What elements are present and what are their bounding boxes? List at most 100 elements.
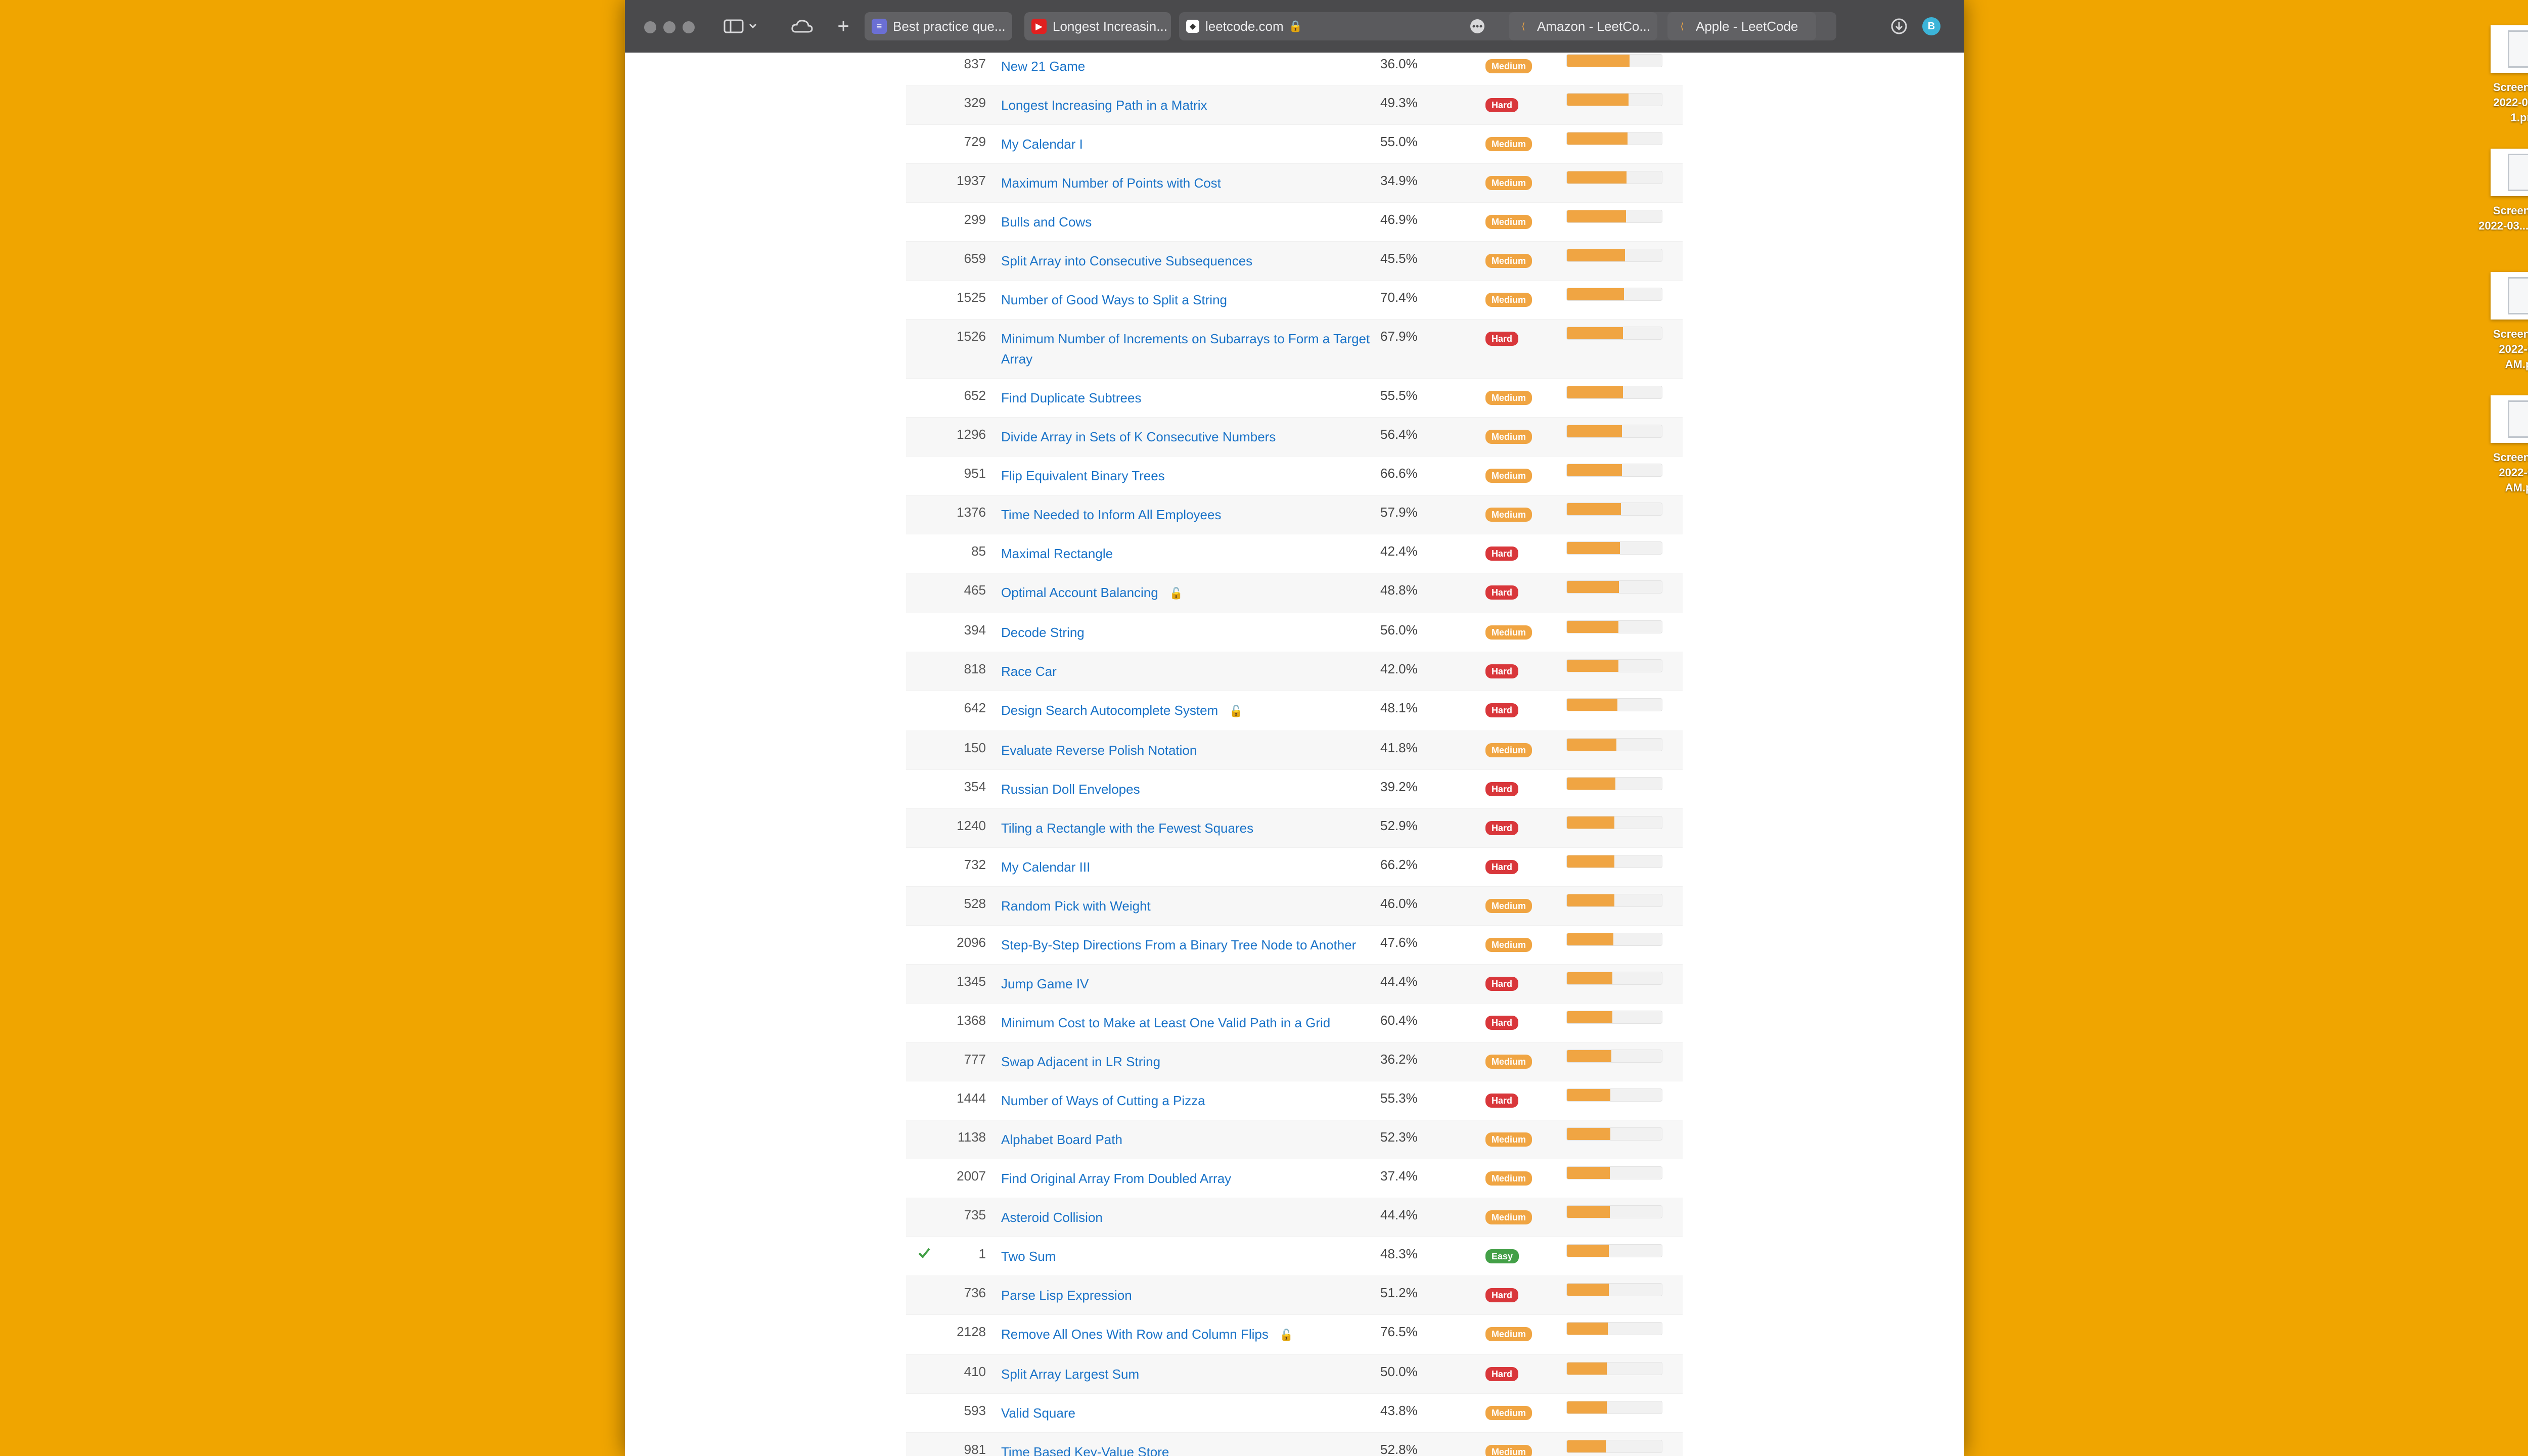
frequency-bar: [1566, 1088, 1662, 1102]
frequency-cell: [1566, 164, 1662, 184]
problem-title-link[interactable]: My Calendar III: [1001, 859, 1090, 875]
problem-title-link[interactable]: Evaluate Reverse Polish Notation: [1001, 743, 1197, 758]
problem-id: 2096: [957, 935, 986, 950]
close-window-button[interactable]: [644, 21, 656, 33]
problem-title-cell: Evaluate Reverse Polish Notation: [986, 731, 1380, 769]
problem-title-link[interactable]: Divide Array in Sets of K Consecutive Nu…: [1001, 429, 1276, 444]
problem-title-link[interactable]: Swap Adjacent in LR String: [1001, 1054, 1160, 1069]
problem-title-cell: Decode String: [986, 613, 1380, 652]
problem-title-link[interactable]: Alphabet Board Path: [1001, 1132, 1122, 1147]
status-cell: [906, 281, 942, 291]
frequency-bar: [1566, 1166, 1662, 1180]
frequency-cell: [1566, 1433, 1662, 1453]
frequency-cell: [1566, 1042, 1662, 1063]
new-tab-button[interactable]: +: [831, 14, 855, 38]
difficulty-badge: Hard: [1485, 977, 1519, 991]
frequency-cell: [1566, 86, 1662, 106]
tab-best-practice[interactable]: ≡ Best practice que...: [865, 12, 1012, 40]
table-row: 85 Maximal Rectangle 42.4% Hard: [906, 534, 1683, 573]
problem-title-link[interactable]: Maximal Rectangle: [1001, 546, 1113, 561]
table-row: 736 Parse Lisp Expression 51.2% Hard: [906, 1276, 1683, 1315]
status-cell: [906, 809, 942, 819]
frequency-bar: [1566, 541, 1662, 555]
problem-title-link[interactable]: Split Array into Consecutive Subsequence…: [1001, 253, 1252, 268]
acceptance-rate: 52.3%: [1380, 1129, 1418, 1145]
problem-title-link[interactable]: Remove All Ones With Row and Column Flip…: [1001, 1327, 1269, 1342]
problem-title-link[interactable]: Decode String: [1001, 625, 1085, 640]
desktop-file-icon[interactable]: Screen Shot2022-0....9 AM.png: [2477, 272, 2528, 372]
frequency-bar: [1566, 1205, 1662, 1219]
acceptance-rate: 48.1%: [1380, 700, 1418, 716]
difficulty-badge: Medium: [1485, 899, 1532, 914]
tab-longest-increasing[interactable]: ▶ Longest Increasin...: [1024, 12, 1171, 40]
problem-title-link[interactable]: New 21 Game: [1001, 59, 1085, 74]
desktop-file-icon[interactable]: Screen Shot2022-0....AM 1.png: [2477, 25, 2528, 125]
problem-title-link[interactable]: Asteroid Collision: [1001, 1210, 1103, 1225]
problem-title-link[interactable]: Time Based Key-Value Store: [1001, 1444, 1169, 1456]
acceptance-rate: 67.9%: [1380, 329, 1418, 344]
problem-title-link[interactable]: Maximum Number of Points with Cost: [1001, 175, 1221, 191]
problem-title-link[interactable]: Design Search Autocomplete System: [1001, 703, 1218, 718]
problem-title-link[interactable]: Flip Equivalent Binary Trees: [1001, 468, 1165, 483]
problem-title-link[interactable]: Random Pick with Weight: [1001, 898, 1151, 914]
problem-title-link[interactable]: Number of Good Ways to Split a String: [1001, 292, 1227, 307]
problem-title-link[interactable]: Find Original Array From Doubled Array: [1001, 1171, 1231, 1186]
difficulty-badge: Hard: [1485, 1016, 1519, 1030]
problem-title-link[interactable]: Step-By-Step Directions From a Binary Tr…: [1001, 937, 1356, 952]
problem-id: 1345: [957, 974, 986, 989]
problem-id: 951: [964, 466, 986, 481]
problem-title-link[interactable]: Minimum Number of Increments on Subarray…: [1001, 331, 1370, 367]
table-row: 981 Time Based Key-Value Store 52.8% Medium: [906, 1432, 1683, 1456]
problem-title-link[interactable]: Valid Square: [1001, 1405, 1075, 1421]
problem-title-link[interactable]: Parse Lisp Expression: [1001, 1288, 1132, 1303]
minimize-window-button[interactable]: [663, 21, 675, 33]
problem-title-link[interactable]: Bulls and Cows: [1001, 214, 1092, 230]
problem-title-link[interactable]: Find Duplicate Subtrees: [1001, 390, 1141, 405]
frequency-cell: [1566, 242, 1662, 262]
more-options-button[interactable]: [1467, 14, 1487, 38]
problem-title-link[interactable]: Tiling a Rectangle with the Fewest Squar…: [1001, 821, 1253, 836]
problem-title-link[interactable]: Russian Doll Envelopes: [1001, 782, 1140, 797]
frequency-bar: [1566, 210, 1662, 223]
frequency-bar-fill: [1567, 1089, 1611, 1102]
frequency-bar-fill: [1567, 816, 1614, 829]
icloud-tabs-button[interactable]: [787, 14, 817, 38]
problem-title-link[interactable]: Optimal Account Balancing: [1001, 585, 1158, 600]
tab-apple-leetcode[interactable]: ⟨ Apple - LeetCode: [1667, 12, 1816, 40]
frequency-bar: [1566, 1401, 1662, 1415]
problem-title-link[interactable]: Number of Ways of Cutting a Pizza: [1001, 1093, 1205, 1108]
frequency-cell: [1566, 53, 1662, 67]
frequency-bar: [1566, 738, 1662, 752]
zoom-window-button[interactable]: [683, 21, 695, 33]
problem-title-link[interactable]: Minimum Cost to Make at Least One Valid …: [1001, 1015, 1330, 1030]
desktop-file-icon[interactable]: Screen Shot2022-0....5 AM.png: [2477, 395, 2528, 495]
table-row: 1 Two Sum 48.3% Easy: [906, 1237, 1683, 1276]
frequency-bar-fill: [1567, 503, 1621, 515]
problem-id: 528: [964, 896, 986, 912]
downloads-button[interactable]: [1889, 14, 1909, 38]
difficulty-badge: Medium: [1485, 1327, 1532, 1342]
sidebar-toggle-button[interactable]: [721, 14, 761, 38]
frequency-bar: [1566, 288, 1662, 301]
frequency-bar-fill: [1567, 739, 1616, 751]
difficulty-badge: Easy: [1485, 1249, 1519, 1264]
problem-title-link[interactable]: My Calendar I: [1001, 136, 1083, 152]
table-row: 1368 Minimum Cost to Make at Least One Va…: [906, 1003, 1683, 1042]
problem-title-link[interactable]: Longest Increasing Path in a Matrix: [1001, 98, 1207, 113]
desktop-file-label: Screen Shot2022-0....AM 1.png: [2493, 81, 2528, 124]
frequency-bar: [1566, 327, 1662, 340]
problem-title-link[interactable]: Race Car: [1001, 664, 1057, 679]
problem-title-link[interactable]: Two Sum: [1001, 1249, 1056, 1264]
problem-title-link[interactable]: Split Array Largest Sum: [1001, 1367, 1139, 1382]
tab-amazon-leetcode[interactable]: ⟨ Amazon - LeetCo...: [1509, 12, 1657, 40]
problem-title-link[interactable]: Time Needed to Inform All Employees: [1001, 507, 1221, 522]
status-cell: [906, 125, 942, 135]
table-row: 1525 Number of Good Ways to Split a Strin…: [906, 280, 1683, 319]
frequency-cell: [1566, 652, 1662, 673]
difficulty-badge: Medium: [1485, 743, 1532, 758]
problem-id: 150: [964, 740, 986, 756]
acceptance-rate: 57.9%: [1380, 505, 1418, 520]
problem-title-link[interactable]: Jump Game IV: [1001, 976, 1089, 991]
profile-button[interactable]: B: [1920, 14, 1943, 38]
desktop-file-icon[interactable]: Screen Shot2022-03....AM.png: [2477, 149, 2528, 234]
